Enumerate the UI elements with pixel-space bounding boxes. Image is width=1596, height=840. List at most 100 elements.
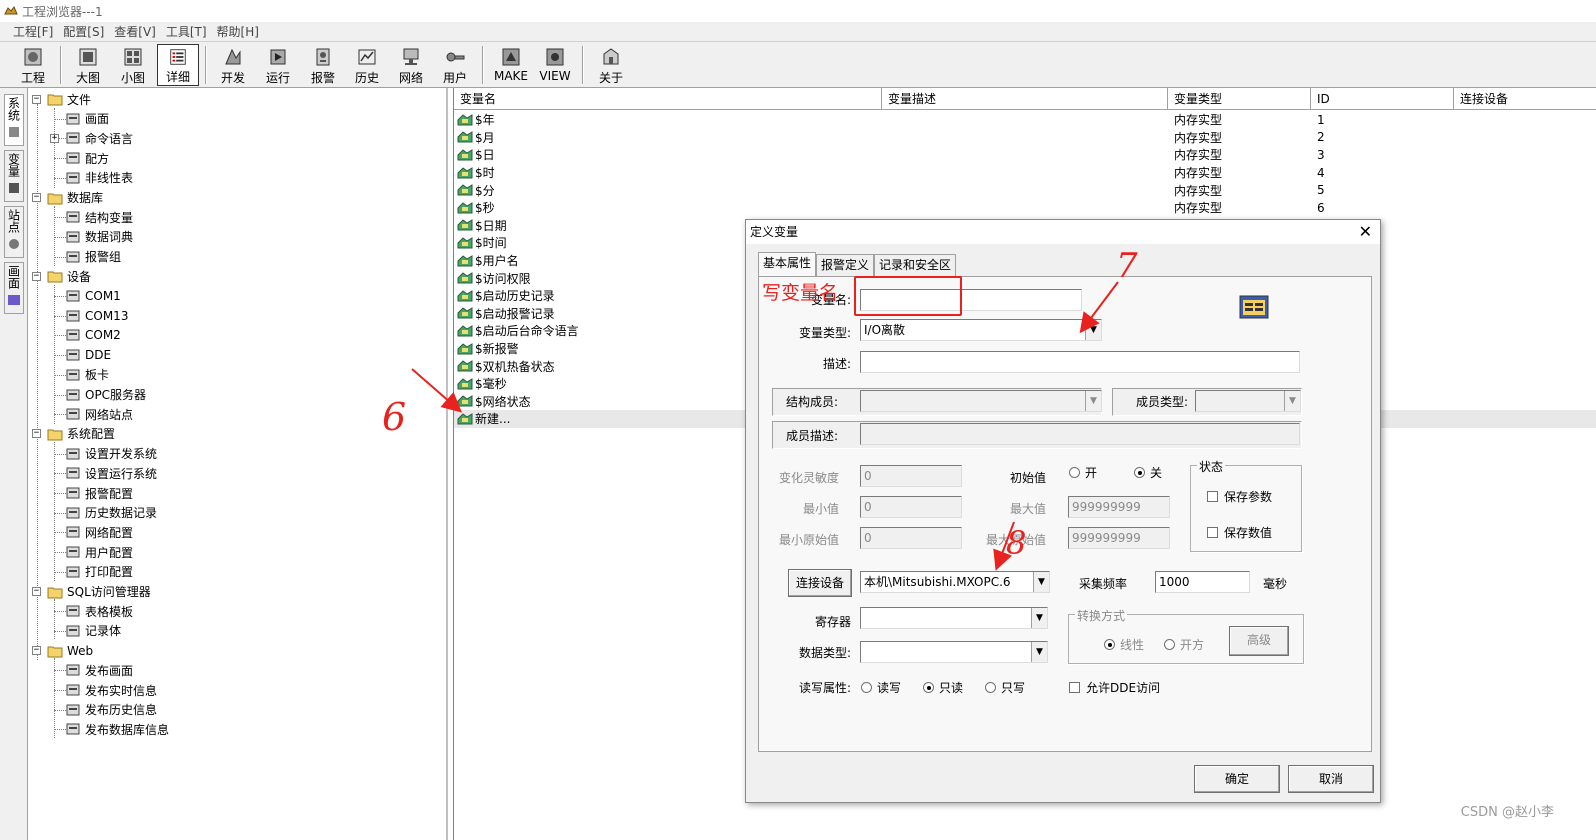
- tree-item[interactable]: − SQL访问管理器: [32, 583, 151, 601]
- tree-item[interactable]: − 数据库: [32, 189, 103, 207]
- tree-item[interactable]: 报警组: [50, 248, 121, 266]
- toolbar-make-button[interactable]: MAKE: [490, 44, 532, 86]
- tab-record-security[interactable]: 记录和安全区: [874, 254, 957, 276]
- tree-item[interactable]: 非线性表: [50, 169, 133, 187]
- collapse-icon[interactable]: −: [32, 646, 41, 656]
- data-type-select[interactable]: ▼: [860, 641, 1048, 663]
- initial-on-radio[interactable]: 开: [1069, 464, 1097, 481]
- chevron-down-icon[interactable]: ▼: [1031, 608, 1047, 628]
- toolbar-user-button[interactable]: 用户: [434, 44, 476, 86]
- desc-input[interactable]: [860, 351, 1300, 373]
- rw-writeonly-radio[interactable]: 只写: [985, 679, 1025, 696]
- toolbar-alarm-button[interactable]: 报警: [302, 44, 344, 86]
- side-tab-variables[interactable]: 变量: [4, 150, 24, 202]
- device-select[interactable]: 本机\Mitsubishi.MXOPC.6 ▼: [860, 571, 1050, 593]
- side-tab-system[interactable]: 系统: [4, 94, 24, 146]
- keep-param-checkbox[interactable]: 保存参数: [1207, 488, 1272, 505]
- connect-device-button[interactable]: 连接设备: [788, 569, 852, 597]
- tab-basic-properties[interactable]: 基本属性: [758, 252, 817, 276]
- tree-item[interactable]: DDE: [50, 346, 111, 364]
- rw-readonly-radio[interactable]: 只读: [923, 679, 963, 696]
- tree-item[interactable]: 发布历史信息: [50, 701, 157, 719]
- tree-item[interactable]: 发布实时信息: [50, 681, 157, 699]
- collapse-icon[interactable]: −: [32, 271, 41, 281]
- toolbar-details-button[interactable]: 详细: [157, 44, 199, 86]
- tree-item[interactable]: − Web: [32, 642, 93, 660]
- allow-dde-checkbox[interactable]: 允许DDE访问: [1069, 679, 1160, 696]
- menu-view[interactable]: 查看[V]: [109, 23, 161, 40]
- tree-item[interactable]: COM1: [50, 287, 121, 305]
- tree-item[interactable]: 报警配置: [50, 484, 133, 502]
- tree-item[interactable]: 设置开发系统: [50, 445, 157, 463]
- menu-tools[interactable]: 工具[T]: [161, 23, 212, 40]
- var-type-select[interactable]: I/O离散 ▼: [860, 319, 1102, 341]
- chevron-down-icon[interactable]: ▼: [1031, 642, 1047, 662]
- tree-item[interactable]: 表格模板: [50, 602, 133, 620]
- tree-item[interactable]: 记录体: [50, 622, 121, 640]
- collapse-icon[interactable]: −: [32, 193, 41, 202]
- tree-item[interactable]: 用户配置: [50, 543, 133, 561]
- tree-item[interactable]: 设置运行系统: [50, 464, 157, 482]
- toolbar-view-button[interactable]: VIEW: [534, 44, 576, 86]
- tab-alarm-definition[interactable]: 报警定义: [816, 254, 875, 276]
- column-header-device[interactable]: 连接设备: [1454, 88, 1596, 110]
- side-tab-stations[interactable]: 站点: [4, 206, 24, 258]
- tree-item[interactable]: 板卡: [50, 366, 109, 384]
- variable-picker-icon[interactable]: [1239, 295, 1269, 319]
- tree-item[interactable]: 结构变量: [50, 208, 133, 226]
- sensitivity-input: 0: [860, 465, 962, 487]
- tree-item[interactable]: OPC服务器: [50, 386, 146, 404]
- collapse-icon[interactable]: −: [32, 587, 41, 596]
- toolbar-small-icons-button[interactable]: 小图: [112, 44, 154, 86]
- collapse-icon[interactable]: −: [32, 429, 41, 439]
- sample-freq-input[interactable]: 1000: [1155, 571, 1250, 593]
- toolbar-develop-button[interactable]: 开发: [212, 44, 254, 86]
- list-row[interactable]: $时 内存实型 4: [454, 164, 1596, 182]
- tree-item[interactable]: 发布画面: [50, 661, 133, 679]
- tree-item[interactable]: 打印配置: [50, 563, 133, 581]
- rw-readwrite-radio[interactable]: 读写: [861, 679, 901, 696]
- toolbar-history-button[interactable]: 历史: [346, 44, 388, 86]
- menu-config[interactable]: 配置[S]: [58, 23, 109, 40]
- tree-item[interactable]: + 命令语言: [50, 129, 133, 147]
- list-row[interactable]: $分 内存实型 5: [454, 181, 1596, 199]
- toolbar-large-icons-button[interactable]: 大图: [67, 44, 109, 86]
- initial-off-radio[interactable]: 关: [1134, 464, 1162, 481]
- ok-button[interactable]: 确定: [1194, 765, 1280, 793]
- expand-icon[interactable]: +: [50, 133, 59, 143]
- column-header-name[interactable]: 变量名: [454, 88, 882, 110]
- list-row[interactable]: $年 内存实型 1: [454, 111, 1596, 129]
- column-header-type[interactable]: 变量类型: [1168, 88, 1311, 110]
- side-tab-screens[interactable]: 画面: [4, 262, 24, 314]
- toolbar-about-button[interactable]: 关于: [590, 44, 632, 86]
- tree-item[interactable]: 数据词典: [50, 228, 133, 246]
- register-select[interactable]: ▼: [860, 607, 1048, 629]
- menu-help[interactable]: 帮助[H]: [212, 23, 264, 40]
- toolbar-project-button[interactable]: 工程: [12, 44, 54, 86]
- list-row[interactable]: $月 内存实型 2: [454, 129, 1596, 147]
- tree-item[interactable]: 发布数据库信息: [50, 720, 169, 738]
- cancel-button[interactable]: 取消: [1288, 765, 1374, 793]
- column-header-description[interactable]: 变量描述: [882, 88, 1168, 110]
- list-row[interactable]: $秒 内存实型 6: [454, 199, 1596, 217]
- tree-item[interactable]: COM2: [50, 326, 121, 344]
- tree-item[interactable]: 网络站点: [50, 405, 133, 423]
- chevron-down-icon[interactable]: ▼: [1085, 320, 1101, 340]
- toolbar-network-button[interactable]: 网络: [390, 44, 432, 86]
- tree-item[interactable]: COM13: [50, 307, 128, 325]
- tree-item[interactable]: 画面: [50, 110, 109, 128]
- toolbar-run-button[interactable]: 运行: [257, 44, 299, 86]
- tree-item[interactable]: 网络配置: [50, 523, 133, 541]
- tree-item[interactable]: − 文件: [32, 90, 91, 108]
- tree-item[interactable]: − 设备: [32, 267, 91, 285]
- keep-value-checkbox[interactable]: 保存数值: [1207, 524, 1272, 541]
- collapse-icon[interactable]: −: [32, 94, 41, 104]
- chevron-down-icon[interactable]: ▼: [1033, 572, 1049, 592]
- column-header-id[interactable]: ID: [1311, 88, 1454, 110]
- list-row[interactable]: $日 内存实型 3: [454, 146, 1596, 164]
- tree-item[interactable]: − 系统配置: [32, 425, 115, 443]
- close-icon[interactable]: ✕: [1359, 222, 1372, 242]
- menu-file[interactable]: 工程[F]: [8, 23, 58, 40]
- tree-item[interactable]: 配方: [50, 149, 109, 167]
- tree-item[interactable]: 历史数据记录: [50, 504, 157, 522]
